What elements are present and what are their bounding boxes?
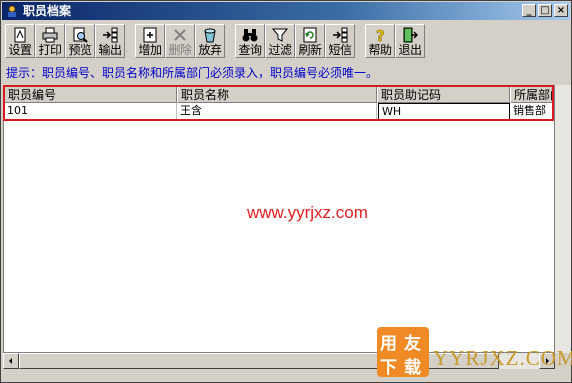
svg-text:?: ? — [376, 27, 385, 43]
toolbar: 设置 打印 预览 输出 增加 删除 放弃 查询 过滤 刷新 短信 ? 帮助 退出 — [2, 21, 570, 61]
filter-icon — [272, 28, 288, 42]
vertical-scrollbar[interactable] — [555, 85, 571, 353]
table-header-row: 职员编号 职员名称 职员助记码 所属部门 — [4, 86, 554, 103]
cell-department[interactable]: 销售部 — [510, 103, 554, 120]
exit-button[interactable]: 退出 — [395, 24, 425, 58]
filter-button[interactable]: 过滤 — [265, 24, 295, 58]
employee-archive-window: 职员档案 _ □ × 设置 打印 预览 输出 增加 删除 放弃 查询 过滤 刷新… — [0, 0, 572, 383]
export-button[interactable]: 输出 — [95, 24, 125, 58]
delete-icon — [174, 29, 186, 41]
discard-icon — [204, 28, 216, 43]
preview-icon — [73, 27, 88, 43]
exit-icon — [403, 27, 418, 43]
help-button[interactable]: ? 帮助 — [365, 24, 395, 58]
refresh-button[interactable]: 刷新 — [295, 24, 325, 58]
column-header-mnemonic-code[interactable]: 职员助记码 — [377, 86, 510, 103]
column-header-employee-code[interactable]: 职员编号 — [4, 86, 177, 103]
sms-button[interactable]: 短信 — [325, 24, 355, 58]
logo-char: 下 — [380, 358, 397, 378]
cell-mnemonic-code[interactable]: WH — [378, 103, 510, 120]
binoculars-icon — [242, 29, 258, 42]
sms-icon — [333, 27, 348, 43]
add-label: 增加 — [138, 43, 162, 57]
refresh-label: 刷新 — [298, 43, 322, 57]
table-row[interactable]: 101 王含 WH 销售部 — [4, 103, 554, 120]
app-icon — [8, 5, 16, 17]
watermark-url: www.yyrjxz.com — [247, 203, 368, 222]
print-button[interactable]: 打印 — [35, 24, 65, 58]
export-label: 输出 — [98, 43, 122, 57]
exit-label: 退出 — [398, 43, 422, 57]
refresh-icon — [303, 27, 317, 43]
arrow-left-icon — [9, 358, 12, 364]
maximize-button[interactable]: □ — [538, 4, 552, 17]
settings-label: 设置 — [8, 43, 32, 57]
discard-label: 放弃 — [198, 43, 222, 57]
watermark-logo-text: YYRJXZ.COM — [433, 346, 572, 370]
watermark-logo: 用 友 下 载 — [377, 327, 429, 378]
column-header-employee-name[interactable]: 职员名称 — [177, 86, 377, 103]
discard-button[interactable]: 放弃 — [195, 24, 225, 58]
help-label: 帮助 — [368, 43, 392, 57]
logo-char: 用 — [380, 334, 397, 354]
settings-button[interactable]: 设置 — [5, 24, 35, 58]
export-icon — [103, 27, 118, 43]
preview-label: 预览 — [68, 43, 92, 57]
add-button[interactable]: 增加 — [135, 24, 165, 58]
logo-char: 载 — [404, 358, 421, 378]
settings-icon — [14, 27, 26, 43]
cell-employee-name[interactable]: 王含 — [177, 103, 377, 120]
preview-button[interactable]: 预览 — [65, 24, 95, 58]
window-title: 职员档案 — [23, 4, 72, 18]
help-icon: ? — [376, 27, 385, 43]
scroll-left-button[interactable] — [3, 353, 19, 369]
title-bar[interactable]: 职员档案 _ □ × — [2, 2, 570, 20]
delete-label: 删除 — [168, 43, 192, 57]
close-button[interactable]: × — [554, 4, 568, 17]
minimize-button[interactable]: _ — [522, 4, 536, 17]
query-label: 查询 — [238, 43, 262, 57]
query-button[interactable]: 查询 — [235, 24, 265, 58]
hint-text: 提示：职员编号、职员名称和所属部门必须录入，职员编号必须唯一。 — [6, 66, 379, 80]
add-icon — [143, 27, 157, 43]
print-label: 打印 — [38, 43, 62, 57]
cell-employee-code[interactable]: 101 — [4, 103, 177, 120]
column-header-department[interactable]: 所属部门 — [510, 86, 554, 103]
printer-icon — [42, 27, 58, 43]
logo-char: 友 — [404, 334, 421, 354]
sms-label: 短信 — [328, 43, 352, 57]
filter-label: 过滤 — [268, 43, 292, 57]
delete-button[interactable]: 删除 — [165, 24, 195, 58]
